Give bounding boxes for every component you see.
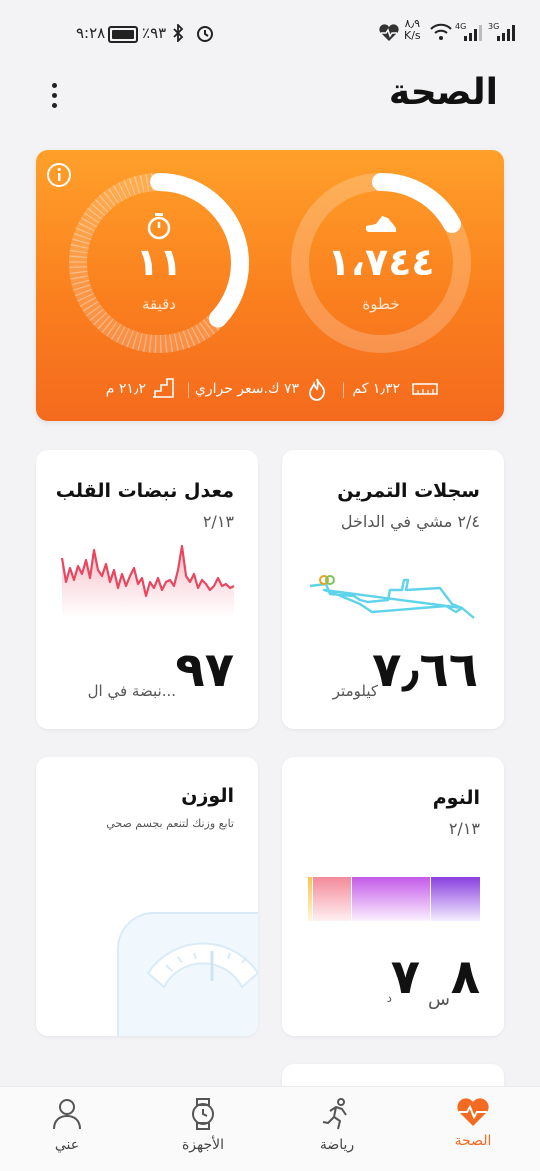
page-title: الصحة	[388, 72, 498, 113]
distance-stat: ١٫٣٢ كم	[352, 381, 400, 397]
battery-icon	[108, 26, 138, 43]
stairs-icon	[153, 378, 174, 398]
heart-rate-card[interactable]: معدل نبضات القلب ٢/١٣ ٩٧ نبضة في ال...	[36, 450, 258, 729]
nav-health-label: الصحة	[454, 1133, 492, 1149]
sleep-hours-value: ٨	[450, 949, 480, 1005]
nav-devices[interactable]: الأجهزة	[163, 1097, 243, 1153]
heart-rate-chart	[60, 544, 235, 618]
heart-card-title: معدل نبضات القلب	[55, 480, 234, 502]
steps-label: خطوة	[362, 295, 400, 313]
minutes-label: دقيقة	[141, 295, 176, 313]
nav-exercise[interactable]: رياضة	[297, 1097, 377, 1153]
exercise-distance-value: ٧٫٦٦	[372, 642, 478, 698]
scale-illustration	[117, 912, 258, 1036]
sleep-card[interactable]: النوم ٢/١٣ ٨ س ٧ د	[282, 757, 504, 1036]
activity-rings-card[interactable]: ١١ دقيقة ١،٧٤٤ خطوة ١٫٣٢ كم ٧٣ ك.سعر حرا…	[36, 150, 504, 421]
weight-card[interactable]: الوزن تابع وزنك لتنعم بجسم صحي	[36, 757, 258, 1036]
sleep-card-title: النوم	[432, 787, 480, 809]
signal-icon-1	[464, 25, 482, 41]
sleep-chart	[308, 877, 480, 921]
clock: ٩:٢٨	[76, 24, 106, 42]
more-options-icon[interactable]	[42, 78, 66, 118]
heart-rate-status-icon	[379, 24, 399, 41]
steps-value: ١،٧٤٤	[327, 240, 435, 284]
exercise-records-card[interactable]: سجلات التمرين ٢/٤ مشي في الداخل ٧٫٦٦ كيل…	[282, 450, 504, 729]
weight-card-title: الوزن	[181, 785, 234, 807]
exercise-card-title: سجلات التمرين	[337, 480, 480, 502]
divider	[188, 382, 189, 398]
flame-icon	[309, 378, 325, 401]
minutes-value: ١١	[135, 240, 183, 284]
exercise-distance-unit: كيلومتر	[332, 682, 378, 700]
watch-icon	[192, 1098, 214, 1130]
stopwatch-icon	[147, 213, 171, 240]
heart-card-date: ٢/١٣	[202, 512, 234, 531]
sleep-minutes-value: ٧	[390, 949, 420, 1005]
exercise-card-subtitle: ٢/٤ مشي في الداخل	[340, 512, 480, 531]
network-speed: ٨٫٩ K/s	[404, 17, 421, 42]
bluetooth-icon	[173, 24, 184, 42]
nav-health[interactable]: الصحة	[433, 1097, 513, 1149]
sleep-minutes-unit: د	[386, 991, 392, 1005]
heart-icon	[457, 1098, 489, 1126]
nav-me-label: عني	[54, 1137, 80, 1153]
sleep-card-date: ٢/١٣	[448, 819, 480, 838]
nav-me[interactable]: عني	[27, 1097, 107, 1153]
sleep-hours-unit: س	[428, 989, 450, 1010]
status-bar: ٩:٢٨ ٪٩٣ ٨٫٩ K/s 4G 3G	[0, 0, 540, 62]
nav-exercise-label: رياضة	[319, 1137, 355, 1153]
divider	[343, 382, 344, 398]
heart-rate-unit: نبضة في ال...	[87, 682, 176, 700]
alarm-icon	[197, 26, 213, 42]
person-icon	[53, 1099, 81, 1130]
floors-stat: ٢١٫٢ م	[105, 381, 146, 397]
route-map	[309, 575, 475, 619]
ruler-icon	[412, 383, 438, 395]
heart-rate-value: ٩٧	[175, 642, 234, 698]
calories-stat: ٧٣ ك.سعر حراري	[194, 381, 299, 397]
battery-percent: ٪٩٣	[142, 24, 167, 42]
running-icon	[322, 1098, 347, 1130]
signal-icon-2	[497, 25, 515, 41]
weight-card-subtitle: تابع وزنك لتنعم بجسم صحي	[106, 817, 234, 830]
bottom-navigation: الصحة رياضة الأجهزة عني	[0, 1086, 540, 1171]
nav-devices-label: الأجهزة	[181, 1137, 225, 1153]
shoe-icon	[366, 216, 396, 232]
wifi-icon	[430, 23, 452, 40]
